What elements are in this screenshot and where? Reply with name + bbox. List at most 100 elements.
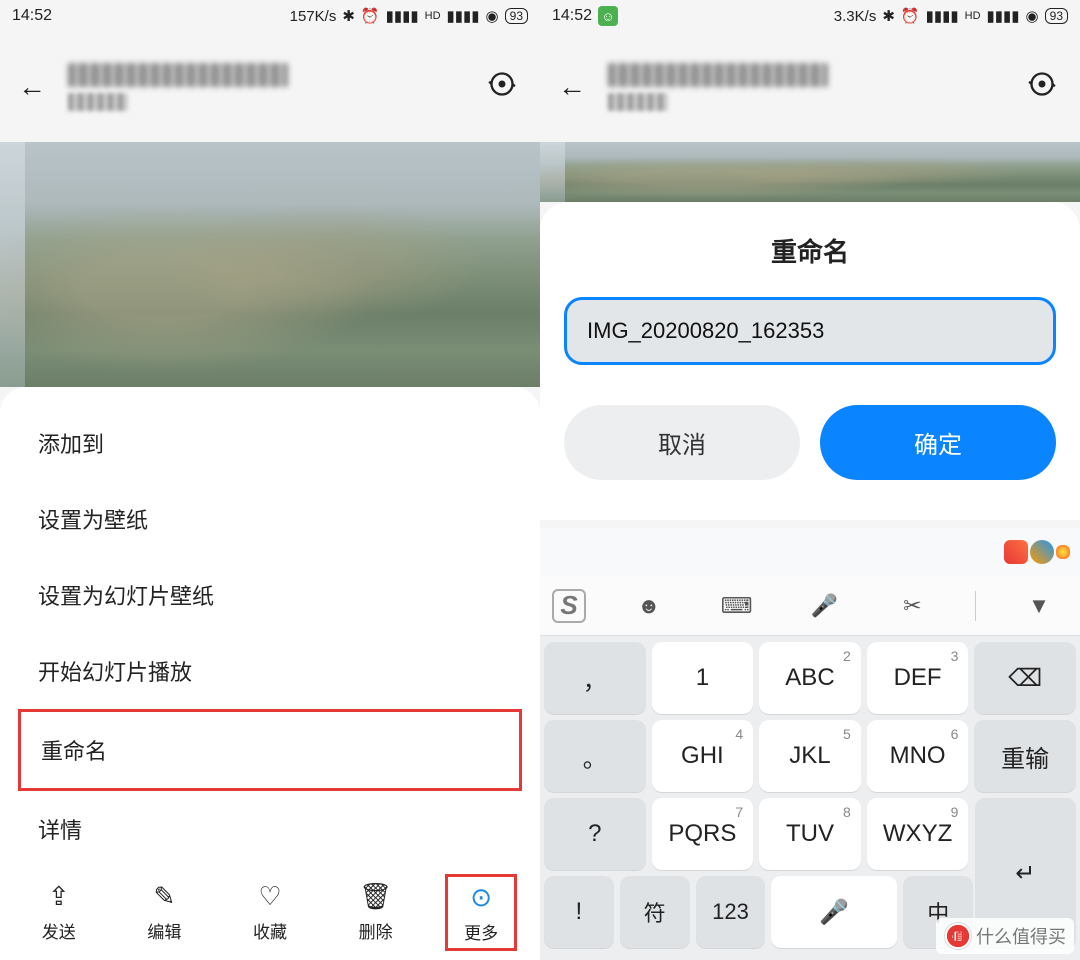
bluetooth-icon: ✱ [342, 7, 355, 25]
toolbar-delete-label: 删除 [359, 918, 393, 943]
rename-input[interactable] [564, 297, 1056, 365]
toolbar-more[interactable]: ⊙ 更多 [445, 874, 517, 951]
trash-icon: 🗑 [359, 882, 392, 912]
menu-set-slideshow-wallpaper[interactable]: 设置为幻灯片壁纸 [0, 557, 540, 633]
wifi-icon: ◉ [486, 7, 499, 25]
menu-rename[interactable]: 重命名 [18, 709, 522, 791]
sogou-logo-icon[interactable]: S [552, 589, 586, 623]
clipboard-icon[interactable]: ✂ [887, 593, 937, 619]
cancel-button[interactable]: 取消 [564, 405, 800, 480]
emoji-icon[interactable] [1056, 545, 1070, 559]
toolbar-favorite-label: 收藏 [253, 918, 287, 943]
key-period[interactable]: 。 [544, 720, 646, 792]
key-pqrs[interactable]: 7PQRS [652, 798, 754, 870]
hd-icon: HD [425, 10, 441, 22]
key-wxyz[interactable]: 9WXYZ [867, 798, 969, 870]
alarm-icon: ⏰ [901, 7, 920, 25]
bluetooth-icon: ✱ [882, 7, 895, 25]
signal2-icon: ▮▮▮▮ [987, 7, 1020, 25]
wifi-icon: ◉ [1026, 7, 1039, 25]
key-symbol[interactable]: 符 [620, 876, 690, 948]
battery-icon: 93 [505, 8, 528, 24]
title-blurred [608, 63, 828, 87]
title-blurred [68, 63, 288, 87]
emoji-icon[interactable] [1004, 540, 1028, 564]
phone-right: 14:52 ☺ 3.3K/s ✱ ⏰ ▮▮▮▮ HD ▮▮▮▮ ◉ 93 ← [540, 0, 1080, 960]
app-header: ← [0, 32, 540, 142]
heart-icon: ♡ [258, 882, 281, 912]
toolbar-send-label: 发送 [42, 918, 76, 943]
cloud-sync-icon[interactable] [1022, 70, 1062, 104]
key-123[interactable]: 123 [696, 876, 766, 948]
key-exclaim[interactable]: ! [544, 876, 614, 948]
expand-icon[interactable]: ▼ [1014, 593, 1064, 619]
menu-set-wallpaper[interactable]: 设置为壁纸 [0, 481, 540, 557]
key-tuv[interactable]: 8TUV [759, 798, 861, 870]
confirm-button[interactable]: 确定 [820, 405, 1056, 480]
toolbar-more-label: 更多 [464, 919, 498, 944]
alarm-icon: ⏰ [361, 7, 380, 25]
more-icon: ⊙ [470, 883, 492, 913]
mic-icon: 🎤 [819, 898, 849, 927]
key-backspace[interactable]: ⌫ [974, 642, 1076, 714]
key-jkl[interactable]: 5JKL [759, 720, 861, 792]
keyboard: S ☻ ⌨ 🎤 ✂ ▼ ， 1 2ABC 3DEF ⌫ 。 4GHI [540, 528, 1080, 960]
status-bar: 14:52 ☺ 3.3K/s ✱ ⏰ ▮▮▮▮ HD ▮▮▮▮ ◉ 93 [540, 0, 1080, 32]
key-ghi[interactable]: 4GHI [652, 720, 754, 792]
status-speed: 3.3K/s [834, 8, 877, 25]
menu-start-slideshow[interactable]: 开始幻灯片播放 [0, 633, 540, 709]
voice-input-icon[interactable]: 🎤 [799, 593, 849, 619]
signal-icon: ▮▮▮▮ [386, 7, 419, 25]
edit-icon: ✎ [153, 882, 175, 912]
share-icon: ⇪ [48, 882, 70, 912]
keyboard-keys: ， 1 2ABC 3DEF ⌫ 。 4GHI 5JKL 6MNO 重输 ? 7P… [540, 636, 1080, 960]
watermark-text: 什么值得买 [976, 923, 1066, 949]
status-speed: 157K/s [290, 8, 337, 25]
dialog-title: 重命名 [564, 232, 1056, 269]
key-def[interactable]: 3DEF [867, 642, 969, 714]
watermark: 值 什么值得买 [936, 918, 1074, 954]
toolbar-send[interactable]: ⇪ 发送 [23, 882, 95, 943]
subtitle-blurred [608, 93, 668, 111]
key-mno[interactable]: 6MNO [867, 720, 969, 792]
toolbar-delete[interactable]: 🗑 删除 [340, 882, 412, 943]
bottom-toolbar: ⇪ 发送 ✎ 编辑 ♡ 收藏 🗑 删除 ⊙ 更多 [0, 867, 540, 960]
status-bar: 14:52 157K/s ✱ ⏰ ▮▮▮▮ HD ▮▮▮▮ ◉ 93 [0, 0, 540, 32]
status-time: 14:52 [552, 7, 592, 25]
header-titles [598, 63, 1022, 111]
photo-preview[interactable] [540, 142, 1080, 202]
status-time: 14:52 [12, 7, 52, 25]
key-retype[interactable]: 重输 [974, 720, 1076, 792]
back-button[interactable]: ← [18, 71, 58, 103]
signal-icon: ▮▮▮▮ [926, 7, 959, 25]
toolbar-edit-label: 编辑 [147, 918, 181, 943]
signal2-icon: ▮▮▮▮ [447, 7, 480, 25]
rename-dialog: 重命名 取消 确定 [540, 202, 1080, 520]
emoji-icon[interactable] [1030, 540, 1054, 564]
keyboard-toolbar: S ☻ ⌨ 🎤 ✂ ▼ [540, 576, 1080, 636]
phone-left: 14:52 157K/s ✱ ⏰ ▮▮▮▮ HD ▮▮▮▮ ◉ 93 ← [0, 0, 540, 960]
notification-badge-icon: ☺ [598, 6, 618, 26]
key-comma[interactable]: ， [544, 642, 646, 714]
cloud-sync-icon[interactable] [482, 70, 522, 104]
key-space[interactable]: 🎤 [771, 876, 897, 948]
toolbar-edit[interactable]: ✎ 编辑 [128, 882, 200, 943]
keyboard-switch-icon[interactable]: ⌨ [712, 593, 762, 619]
back-button[interactable]: ← [558, 71, 598, 103]
emoji-button[interactable]: ☻ [624, 593, 674, 619]
key-question[interactable]: ? [544, 798, 646, 870]
photo-preview[interactable] [0, 142, 540, 387]
more-menu-sheet: 添加到 设置为壁纸 设置为幻灯片壁纸 开始幻灯片播放 重命名 详情 ⇪ 发送 ✎… [0, 387, 540, 960]
menu-add-to[interactable]: 添加到 [0, 405, 540, 481]
header-titles [58, 63, 482, 111]
key-1[interactable]: 1 [652, 642, 754, 714]
toolbar-favorite[interactable]: ♡ 收藏 [234, 882, 306, 943]
watermark-badge-icon: 值 [944, 922, 972, 950]
menu-details[interactable]: 详情 [0, 791, 540, 867]
app-header: ← [540, 32, 1080, 142]
battery-icon: 93 [1045, 8, 1068, 24]
keyboard-suggestion-bar [540, 528, 1080, 576]
hd-icon: HD [965, 10, 981, 22]
key-abc[interactable]: 2ABC [759, 642, 861, 714]
subtitle-blurred [68, 93, 128, 111]
